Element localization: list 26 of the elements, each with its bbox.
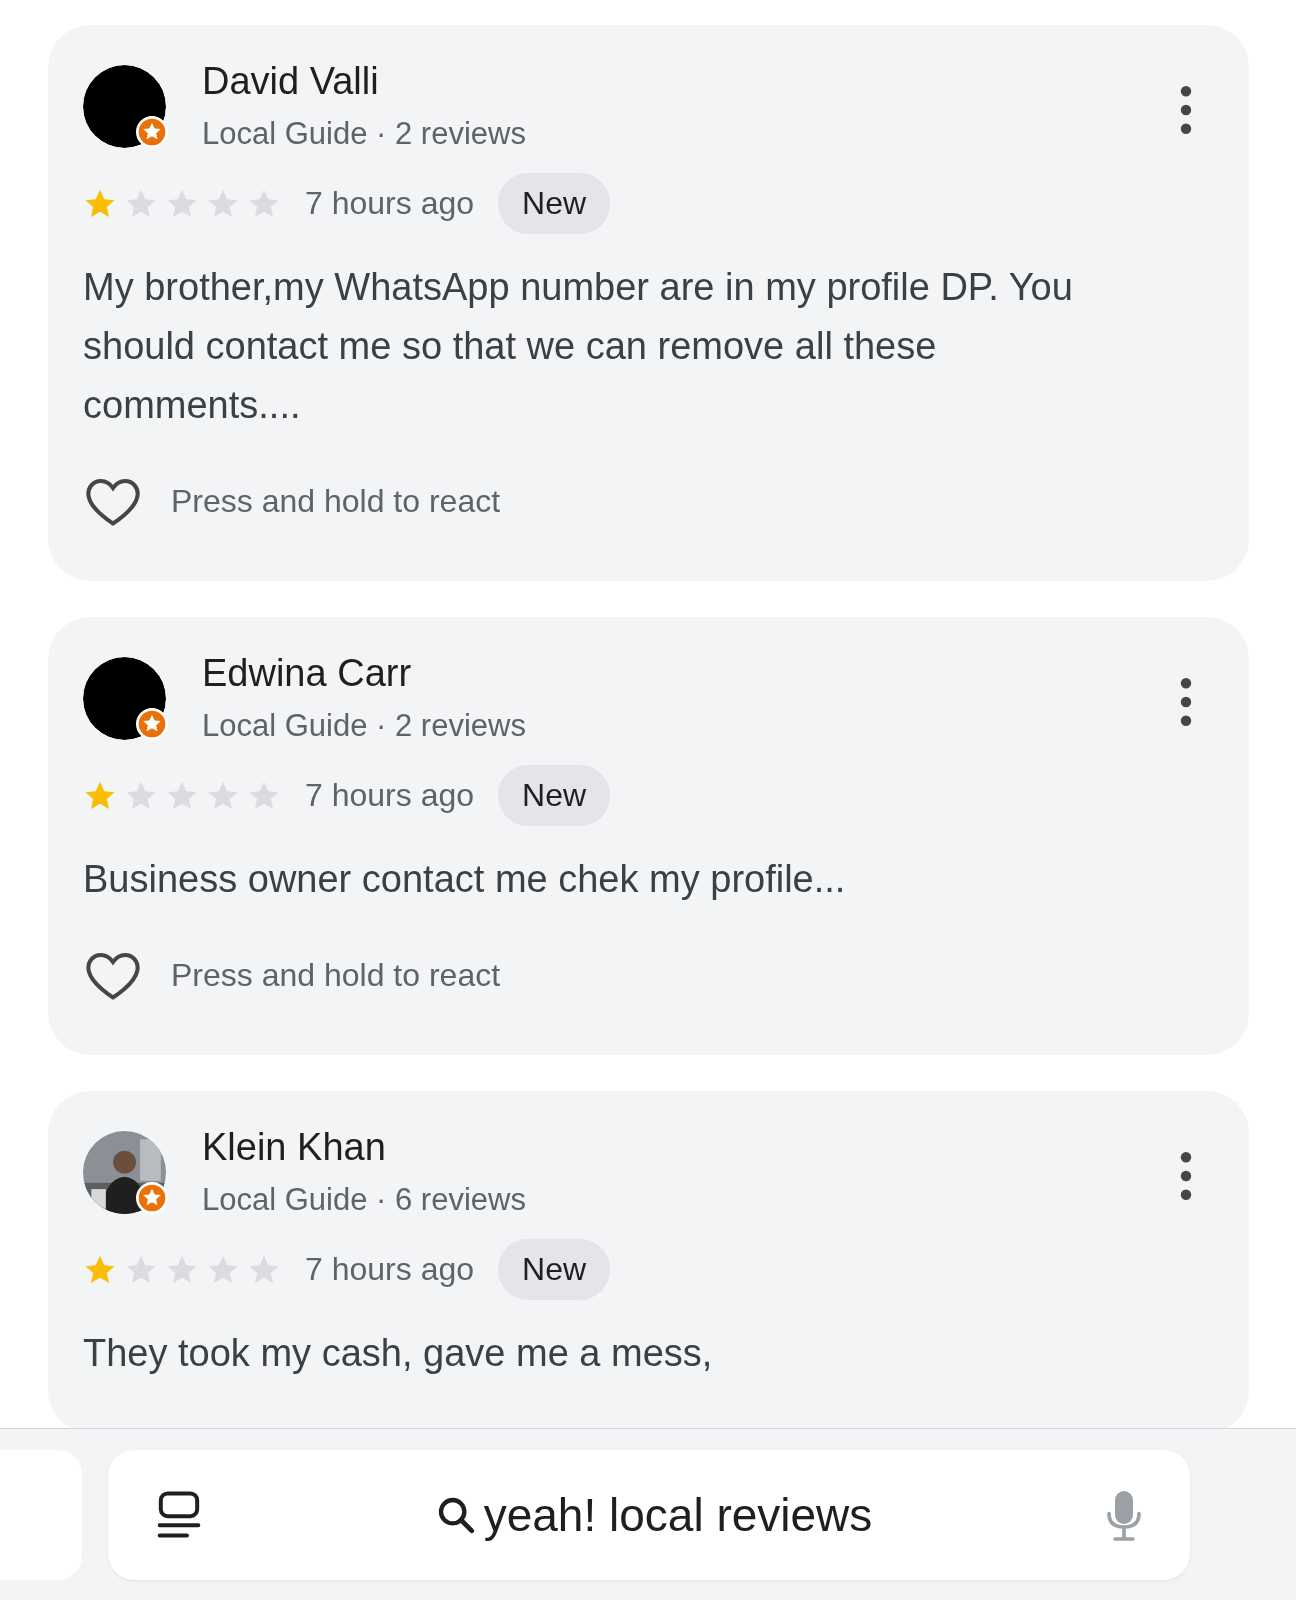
- reviewer-name[interactable]: Edwina Carr: [202, 645, 1179, 701]
- reviewer-name[interactable]: David Valli: [202, 53, 1179, 109]
- local-guide-badge-icon: [136, 116, 168, 148]
- react-hint: Press and hold to react: [171, 956, 501, 994]
- new-badge: New: [498, 173, 611, 234]
- new-badge: New: [498, 1239, 611, 1300]
- more-options-icon[interactable]: [1179, 1151, 1193, 1201]
- reviewer-meta: Local Guide · 6 reviews: [202, 1181, 527, 1219]
- reviewer-name[interactable]: Klein Khan: [202, 1119, 1179, 1175]
- review-text: Business owner contact me chek my profile...: [83, 857, 847, 902]
- local-guide-badge-icon: [136, 708, 168, 740]
- list-icon[interactable]: [156, 1489, 202, 1540]
- new-badge: New: [498, 765, 611, 826]
- react-hint: Press and hold to react: [171, 482, 501, 520]
- local-guide-badge-icon: [136, 1182, 168, 1214]
- more-options-icon[interactable]: [1179, 85, 1193, 135]
- review-text: My brother,my WhatsApp number are in my profile DP. You should contact me so that we can remove all these comments....: [83, 265, 1074, 428]
- reviewer-meta: Local Guide · 2 reviews: [202, 115, 527, 153]
- review-time: 7 hours ago: [305, 777, 474, 814]
- review-time: 7 hours ago: [305, 1251, 474, 1288]
- search-query: yeah! local reviews: [483, 1487, 873, 1542]
- more-options-icon[interactable]: [1179, 677, 1193, 727]
- review-text: They took my cash, gave me a mess,: [83, 1331, 714, 1376]
- search-bar[interactable]: yeah! local reviews: [108, 1449, 1190, 1580]
- reviewer-meta: Local Guide · 2 reviews: [202, 707, 527, 745]
- review-time: 7 hours ago: [305, 185, 474, 222]
